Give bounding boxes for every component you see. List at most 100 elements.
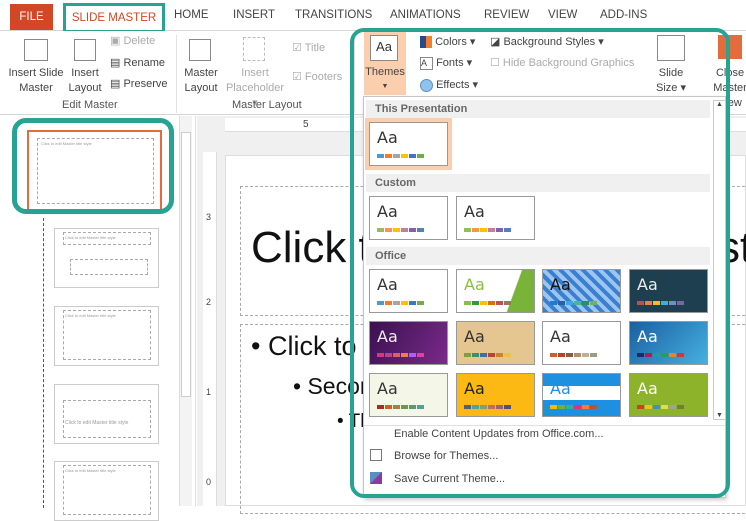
theme-thumbnail[interactable]: Aa bbox=[369, 269, 448, 313]
theme-preview-text: Aa bbox=[464, 275, 485, 294]
tab-add-ins[interactable]: ADD-INS bbox=[600, 9, 647, 21]
theme-thumbnail[interactable]: Aa bbox=[369, 196, 448, 240]
scrollbar-thumb[interactable] bbox=[181, 132, 191, 397]
tab-transitions[interactable]: TRANSITIONS bbox=[295, 9, 372, 21]
theme-thumbnail[interactable]: Aa bbox=[629, 321, 708, 365]
colors-icon bbox=[420, 36, 432, 49]
colors-button[interactable]: Colors ▾ bbox=[420, 35, 475, 50]
theme-thumbnail[interactable]: Aa bbox=[542, 373, 621, 417]
theme-preview-text: Aa bbox=[550, 327, 571, 346]
thumb-title: Click to edit Master title style bbox=[65, 420, 129, 426]
swatch bbox=[590, 301, 597, 305]
swatch bbox=[417, 301, 424, 305]
theme-thumbnail[interactable]: Aa bbox=[629, 269, 708, 313]
insert-layout-button[interactable]: Insert Layout bbox=[66, 66, 104, 96]
color-swatches bbox=[464, 228, 511, 232]
master-layout-button[interactable]: Master Layout bbox=[182, 66, 220, 96]
theme-thumbnail[interactable]: Aa bbox=[369, 321, 448, 365]
theme-thumbnail[interactable]: Aa bbox=[542, 269, 621, 313]
swatch bbox=[464, 228, 471, 232]
label: Title bbox=[304, 42, 326, 54]
footers-checkbox[interactable]: ☑ Footers bbox=[292, 70, 342, 85]
swatch bbox=[385, 154, 392, 158]
swatch bbox=[385, 353, 392, 357]
thumb-title: Click to edit Master title style bbox=[65, 468, 116, 473]
rename-button[interactable]: ▤ Rename bbox=[110, 56, 165, 71]
effects-button[interactable]: Effects ▾ bbox=[420, 78, 478, 93]
theme-thumbnail[interactable]: Aa bbox=[542, 321, 621, 365]
enable-content-updates-item[interactable]: Enable Content Updates from Office.com..… bbox=[394, 428, 604, 440]
tab-file[interactable]: FILE bbox=[10, 4, 53, 30]
swatch bbox=[645, 405, 652, 409]
browse-for-themes-item[interactable]: Browse for Themes... bbox=[394, 450, 498, 462]
insert-slide-master-button[interactable]: Insert Slide Master bbox=[5, 66, 67, 96]
swatch bbox=[677, 405, 684, 409]
label: Preserve bbox=[123, 78, 168, 90]
layout-thumbnail[interactable]: Click to edit Master title style bbox=[54, 228, 159, 288]
swatch bbox=[496, 353, 503, 357]
layout-thumbnail[interactable]: Click to edit Master title style bbox=[54, 461, 159, 521]
label: Hide Background Graphics bbox=[502, 57, 635, 69]
color-swatches bbox=[637, 353, 684, 357]
swatch bbox=[590, 353, 597, 357]
theme-thumbnail[interactable]: Aa bbox=[369, 373, 448, 417]
slide-thumbnails-pane: Click to edit Master title style Click t… bbox=[0, 116, 196, 521]
group-label-master-layout: Master Layout bbox=[232, 99, 302, 111]
delete-button[interactable]: ▣ Delete bbox=[110, 34, 155, 49]
background-styles-button[interactable]: ◪ Background Styles ▾ bbox=[490, 35, 604, 50]
theme-thumbnail[interactable]: Aa bbox=[456, 373, 535, 417]
preserve-button[interactable]: ▤ Preserve bbox=[110, 77, 167, 92]
hide-background-graphics-checkbox[interactable]: ☐ Hide Background Graphics bbox=[490, 56, 634, 71]
scroll-down-icon[interactable]: ▼ bbox=[714, 412, 725, 419]
swatch bbox=[488, 228, 495, 232]
ruler-label: 5 bbox=[303, 119, 309, 130]
tab-home[interactable]: HOME bbox=[174, 9, 209, 21]
theme-thumbnail[interactable]: Aa bbox=[456, 321, 535, 365]
theme-thumbnail[interactable]: Aa bbox=[456, 196, 535, 240]
theme-preview-text: Aa bbox=[377, 275, 398, 294]
color-swatches bbox=[637, 301, 684, 305]
tab-view[interactable]: VIEW bbox=[548, 9, 577, 21]
swatch bbox=[409, 154, 416, 158]
theme-preview-text: Aa bbox=[550, 275, 571, 294]
tab-insert[interactable]: INSERT bbox=[233, 9, 275, 21]
swatch bbox=[566, 405, 573, 409]
swatch bbox=[661, 405, 668, 409]
theme-preview-text: Aa bbox=[637, 275, 658, 294]
label: Themes bbox=[365, 66, 405, 78]
fonts-button[interactable]: A Fonts ▾ bbox=[420, 56, 472, 71]
color-swatches bbox=[637, 405, 684, 409]
layout-thumbnail[interactable]: Click to edit Master title style bbox=[54, 306, 159, 366]
swatch bbox=[393, 301, 400, 305]
title-checkbox[interactable]: ☑ Title bbox=[292, 41, 325, 56]
group-label-edit-master: Edit Master bbox=[62, 99, 118, 111]
theme-preview-text: Aa bbox=[377, 379, 398, 398]
thumb-title: Click to edit Master title style bbox=[41, 141, 92, 146]
tab-animations[interactable]: ANIMATIONS bbox=[390, 9, 461, 21]
thumbnails-scrollbar[interactable] bbox=[179, 116, 192, 506]
layout-thumbnail[interactable]: Click to edit Master title style bbox=[54, 384, 159, 444]
tab-review[interactable]: REVIEW bbox=[484, 9, 529, 21]
swatch bbox=[669, 301, 676, 305]
swatch bbox=[488, 353, 495, 357]
swatch bbox=[582, 353, 589, 357]
scroll-up-icon[interactable]: ▲ bbox=[714, 101, 725, 108]
swatch bbox=[464, 301, 471, 305]
swatch bbox=[393, 405, 400, 409]
save-current-theme-item[interactable]: Save Current Theme... bbox=[394, 473, 505, 485]
swatch bbox=[645, 353, 652, 357]
theme-thumbnail[interactable]: Aa bbox=[629, 373, 708, 417]
theme-thumbnail[interactable]: Aa bbox=[365, 118, 452, 170]
slide-master-thumbnail[interactable]: Click to edit Master title style bbox=[27, 130, 162, 212]
swatch bbox=[385, 301, 392, 305]
themes-button[interactable]: Aa Themes ▼ bbox=[364, 31, 406, 95]
swatch bbox=[637, 301, 644, 305]
slide-size-button[interactable]: Slide Size ▾ bbox=[650, 66, 692, 96]
swatch bbox=[504, 301, 511, 305]
label: Fonts ▾ bbox=[436, 57, 473, 69]
label: Master bbox=[19, 82, 53, 94]
tab-slide-master[interactable]: SLIDE MASTER bbox=[63, 3, 165, 33]
theme-thumbnail[interactable]: Aa bbox=[456, 269, 535, 313]
label: Rename bbox=[123, 57, 166, 69]
gallery-scrollbar[interactable]: ▲ ▼ bbox=[713, 100, 726, 420]
